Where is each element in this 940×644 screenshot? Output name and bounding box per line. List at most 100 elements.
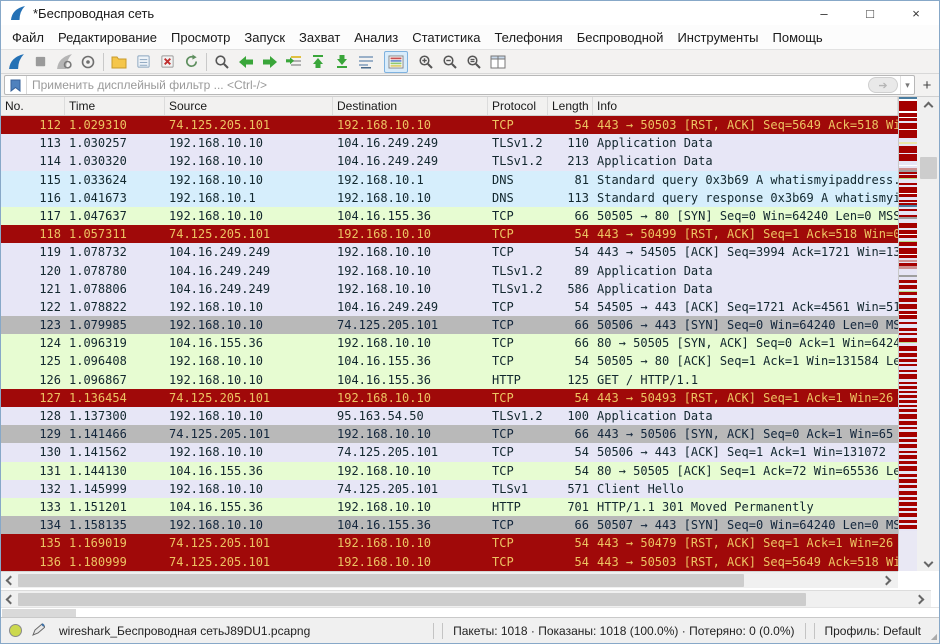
packet-row[interactable]: 1301.141562192.168.10.1074.125.205.101TC… [1,443,898,461]
go-first-icon[interactable] [306,51,330,73]
column-header-time[interactable]: Time [65,97,165,115]
colorize-packets-icon[interactable] [384,51,408,73]
menu-item-1[interactable]: Файл [5,27,51,48]
zoom-original-icon[interactable] [462,51,486,73]
column-header-length[interactable]: Length [548,97,593,115]
packet-len: 81 [548,171,593,189]
menu-item-2[interactable]: Редактирование [51,27,164,48]
maximize-button[interactable]: □ [847,1,893,25]
packet-row[interactable]: 1321.145999192.168.10.1074.125.205.101TL… [1,480,898,498]
packet-src: 192.168.10.10 [165,352,333,370]
menu-item-4[interactable]: Запуск [237,27,292,48]
packet-no: 122 [1,298,65,316]
scroll-left-arrow-icon[interactable] [1,572,17,588]
scroll-up-arrow-icon[interactable] [917,97,939,112]
find-packet-icon[interactable] [210,51,234,73]
packet-row[interactable]: 1121.02931074.125.205.101192.168.10.10TC… [1,116,898,134]
packet-row[interactable]: 1241.096319104.16.155.36192.168.10.10TCP… [1,334,898,352]
packet-row[interactable]: 1191.078732104.16.249.249192.168.10.10TC… [1,243,898,261]
zoom-out-icon[interactable] [438,51,462,73]
menu-item-10[interactable]: Инструменты [670,27,765,48]
menu-item-7[interactable]: Статистика [405,27,487,48]
filter-bookmark-icon[interactable] [5,76,27,94]
start-capture-icon[interactable] [4,51,28,73]
packet-row[interactable]: 1221.078822192.168.10.10104.16.249.249TC… [1,298,898,316]
packet-time: 1.047637 [65,207,165,225]
menu-item-5[interactable]: Захват [292,27,347,48]
column-header-protocol[interactable]: Protocol [488,97,548,115]
packet-row[interactable]: 1151.033624192.168.10.10192.168.10.1DNS8… [1,171,898,189]
packet-info: GET / HTTP/1.1 [593,371,898,389]
packet-row[interactable]: 1131.030257192.168.10.10104.16.249.249TL… [1,134,898,152]
expert-info-icon[interactable] [9,624,22,637]
apply-filter-button[interactable]: ➔ [868,77,898,93]
packet-row[interactable]: 1361.18099974.125.205.101192.168.10.10TC… [1,553,898,571]
open-file-icon[interactable] [107,51,131,73]
packet-row[interactable]: 1291.14146674.125.205.101192.168.10.10TC… [1,425,898,443]
secondary-hscrollbar[interactable] [1,590,931,607]
packet-time: 1.169019 [65,534,165,552]
menu-item-8[interactable]: Телефония [487,27,569,48]
packet-time: 1.030320 [65,152,165,170]
scroll-right-arrow-icon[interactable] [913,591,929,607]
hscrollbar-thumb[interactable] [18,593,806,606]
save-file-icon[interactable] [131,51,155,73]
packet-row[interactable]: 1231.079985192.168.10.1074.125.205.101TC… [1,316,898,334]
capture-comment-icon[interactable] [32,623,45,639]
packet-info: 443 → 50493 [RST, ACK] Seq=1 Ack=1 Win=2… [593,389,898,407]
menu-item-6[interactable]: Анализ [347,27,405,48]
vertical-scrollbar[interactable] [917,97,939,571]
hscrollbar-thumb[interactable] [18,574,744,587]
stop-capture-icon[interactable] [28,51,52,73]
menu-item-11[interactable]: Помощь [766,27,830,48]
packet-row[interactable]: 1341.158135192.168.10.10104.16.155.36TCP… [1,516,898,534]
packet-row[interactable]: 1251.096408192.168.10.10104.16.155.36TCP… [1,352,898,370]
close-button[interactable]: × [893,1,939,25]
scroll-left-arrow-icon[interactable] [1,591,17,607]
packet-row[interactable]: 1161.041673192.168.10.1192.168.10.10DNS1… [1,189,898,207]
profile-label[interactable]: Профиль: Default [819,624,930,638]
column-header-no[interactable]: No. [1,97,65,115]
reload-file-icon[interactable] [179,51,203,73]
scroll-right-arrow-icon[interactable] [880,572,896,588]
scroll-down-arrow-icon[interactable] [917,556,939,571]
packet-list-hscrollbar[interactable] [1,571,898,588]
display-filter-input[interactable] [27,77,868,93]
packet-row[interactable]: 1271.13645474.125.205.101192.168.10.10TC… [1,389,898,407]
packet-row[interactable]: 1261.096867192.168.10.10104.16.155.36HTT… [1,371,898,389]
packet-row[interactable]: 1331.151201104.16.155.36192.168.10.10HTT… [1,498,898,516]
restart-capture-icon[interactable] [52,51,76,73]
packet-row[interactable]: 1201.078780104.16.249.249192.168.10.10TL… [1,262,898,280]
packet-info: 80 → 50505 [SYN, ACK] Seq=0 Ack=1 Win=64… [593,334,898,352]
packet-row[interactable]: 1181.05731174.125.205.101192.168.10.10TC… [1,225,898,243]
capture-options-icon[interactable] [76,51,100,73]
go-back-icon[interactable] [234,51,258,73]
add-filter-button[interactable]: + [918,75,936,95]
go-to-packet-icon[interactable] [282,51,306,73]
packet-row[interactable]: 1281.137300192.168.10.1095.163.54.50TLSv… [1,407,898,425]
minimize-button[interactable]: – [801,1,847,25]
close-file-icon[interactable] [155,51,179,73]
packet-len: 54 [548,443,593,461]
column-header-destination[interactable]: Destination [333,97,488,115]
go-last-icon[interactable] [330,51,354,73]
menu-item-3[interactable]: Просмотр [164,27,237,48]
intelligent-scrollbar-minimap[interactable] [898,97,917,571]
packet-row[interactable]: 1141.030320192.168.10.10104.16.249.249TL… [1,152,898,170]
go-forward-icon[interactable] [258,51,282,73]
packet-row[interactable]: 1351.16901974.125.205.101192.168.10.10TC… [1,534,898,552]
auto-scroll-icon[interactable] [354,51,378,73]
resize-grip[interactable]: ◢ [929,618,939,643]
packet-row[interactable]: 1311.144130104.16.155.36192.168.10.10TCP… [1,462,898,480]
column-header-info[interactable]: Info [593,97,898,115]
packet-src: 104.16.249.249 [165,280,333,298]
zoom-in-icon[interactable] [414,51,438,73]
filter-dropdown-caret-icon[interactable]: ▾ [900,76,914,94]
column-header-source[interactable]: Source [165,97,333,115]
packet-row[interactable]: 1171.047637192.168.10.10104.16.155.36TCP… [1,207,898,225]
vertical-scrollbar-thumb[interactable] [920,157,937,179]
menu-item-9[interactable]: Беспроводной [570,27,671,48]
pane-grip[interactable] [2,609,76,617]
resize-columns-icon[interactable] [486,51,510,73]
packet-row[interactable]: 1211.078806104.16.249.249192.168.10.10TL… [1,280,898,298]
